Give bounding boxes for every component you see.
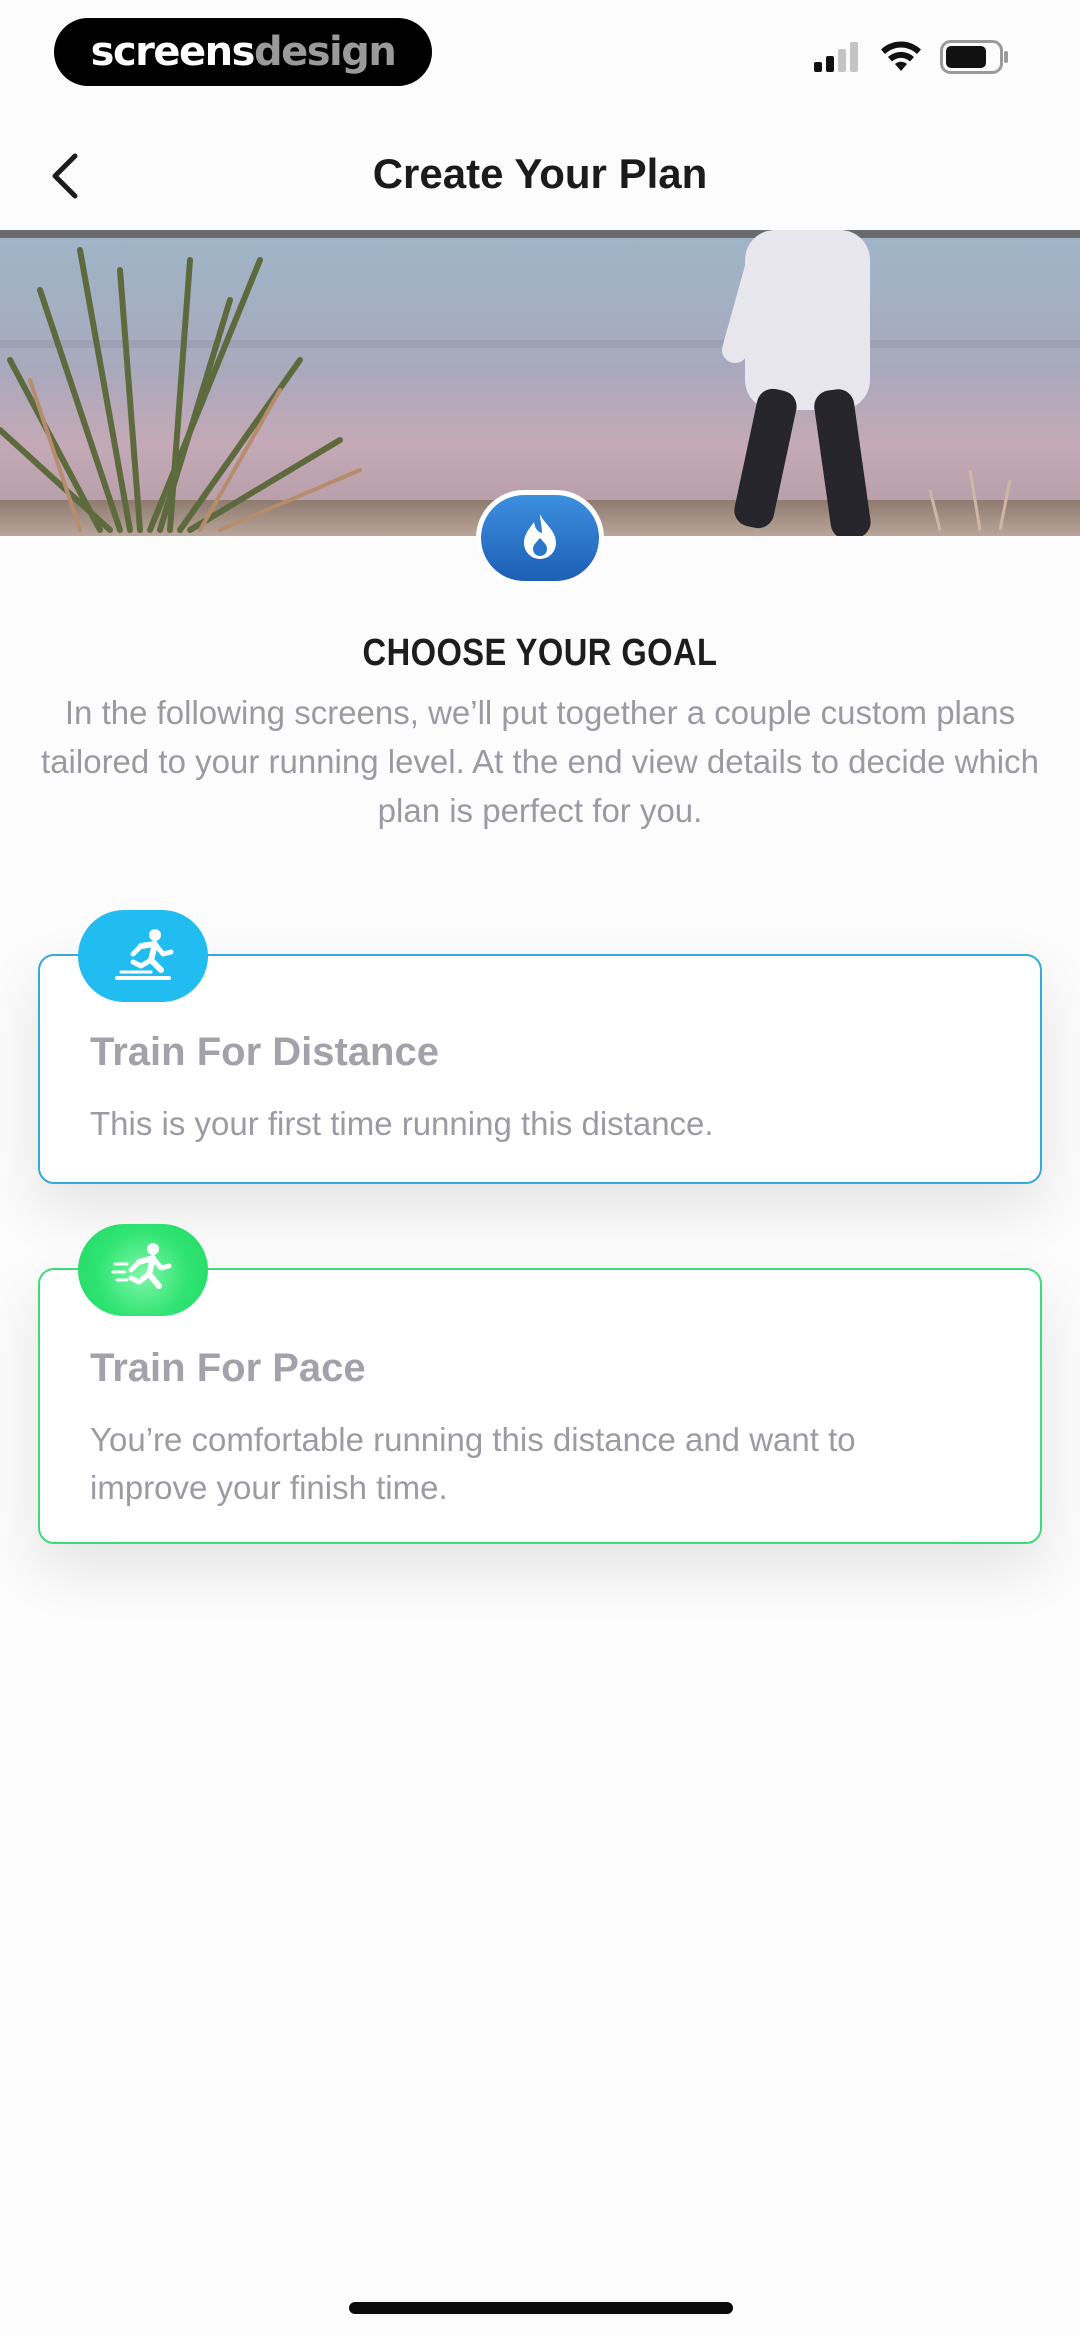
create-plan-screen: screens design Create Your Plan CHOOSE Y… <box>0 0 1080 2335</box>
runner-finish-line-icon <box>78 910 208 1002</box>
goal-heading: CHOOSE YOUR GOAL <box>362 632 718 674</box>
brand-logo-part2: design <box>253 29 397 75</box>
option-train-for-pace[interactable]: Train For Pace You’re comfortable runnin… <box>38 1224 1042 1544</box>
option-description: This is your first time running this dis… <box>90 1105 714 1142</box>
status-icons <box>814 40 1010 79</box>
flame-icon <box>520 512 560 565</box>
brand-logo-part1: screens <box>90 29 256 75</box>
battery-icon <box>940 40 1010 79</box>
wifi-icon <box>880 41 922 78</box>
brand-logo: screens design <box>54 18 432 86</box>
runner-speed-icon <box>78 1224 208 1316</box>
cellular-signal-icon <box>814 42 862 77</box>
page-title: Create Your Plan <box>372 150 708 197</box>
option-description: You’re comfortable running this distance… <box>90 1421 856 1506</box>
goal-description: In the following screens, we’ll put toge… <box>41 694 1039 829</box>
option-title: Train For Distance <box>90 1030 439 1074</box>
option-title: Train For Pace <box>90 1346 366 1390</box>
flame-badge <box>476 490 604 586</box>
home-indicator[interactable] <box>349 2302 733 2314</box>
option-train-for-distance[interactable]: Train For Distance This is your first ti… <box>38 910 1042 1184</box>
